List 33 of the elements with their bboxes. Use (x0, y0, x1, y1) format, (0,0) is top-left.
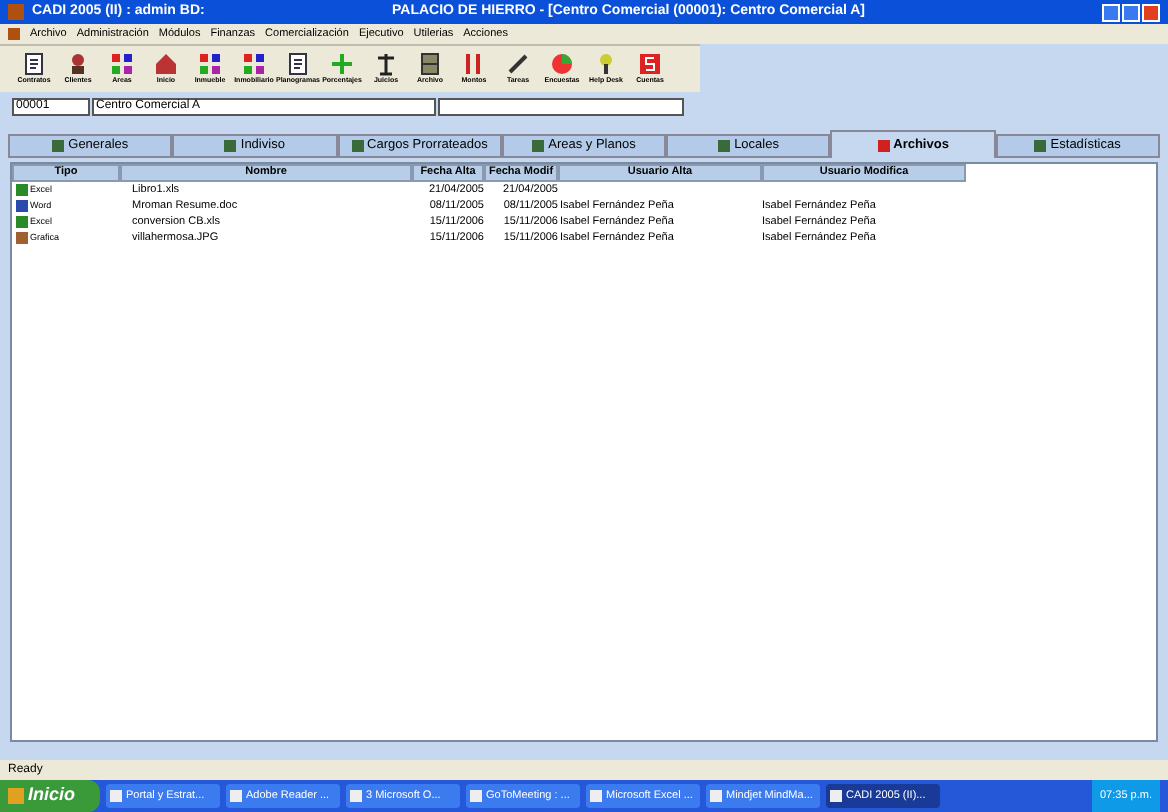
app-icon (470, 790, 482, 802)
text-field[interactable] (438, 98, 684, 116)
plus-icon (330, 51, 354, 76)
help-icon (594, 51, 618, 76)
app-icon (710, 790, 722, 802)
tab-icon (532, 140, 545, 152)
dollar-icon (638, 51, 662, 76)
maximize-button[interactable] (1122, 3, 1140, 21)
tab-icon (718, 140, 731, 152)
tab-icon (224, 140, 237, 152)
app-icon (350, 790, 362, 802)
people-icon (66, 51, 90, 76)
grid-icon (110, 51, 134, 76)
windows-logo-icon (8, 788, 24, 804)
cabinet-icon (418, 51, 442, 76)
tab-icon (52, 140, 65, 152)
close-button[interactable] (1142, 3, 1160, 21)
tab-icon (1034, 140, 1047, 152)
minimize-button[interactable] (1102, 3, 1120, 21)
start-button[interactable]: Inicio (0, 780, 100, 812)
grid-icon (242, 51, 266, 76)
tab-icon (351, 140, 364, 152)
app-icon (110, 790, 122, 802)
app-icon (830, 790, 842, 802)
grid-icon (198, 51, 222, 76)
app-icon (590, 790, 602, 802)
app-icon (230, 790, 242, 802)
doc-icon (286, 51, 310, 76)
doc-icon (22, 51, 46, 76)
pen-icon (506, 51, 530, 76)
pie-icon (550, 51, 574, 76)
house-icon (154, 51, 178, 76)
tab-icon (877, 139, 890, 151)
